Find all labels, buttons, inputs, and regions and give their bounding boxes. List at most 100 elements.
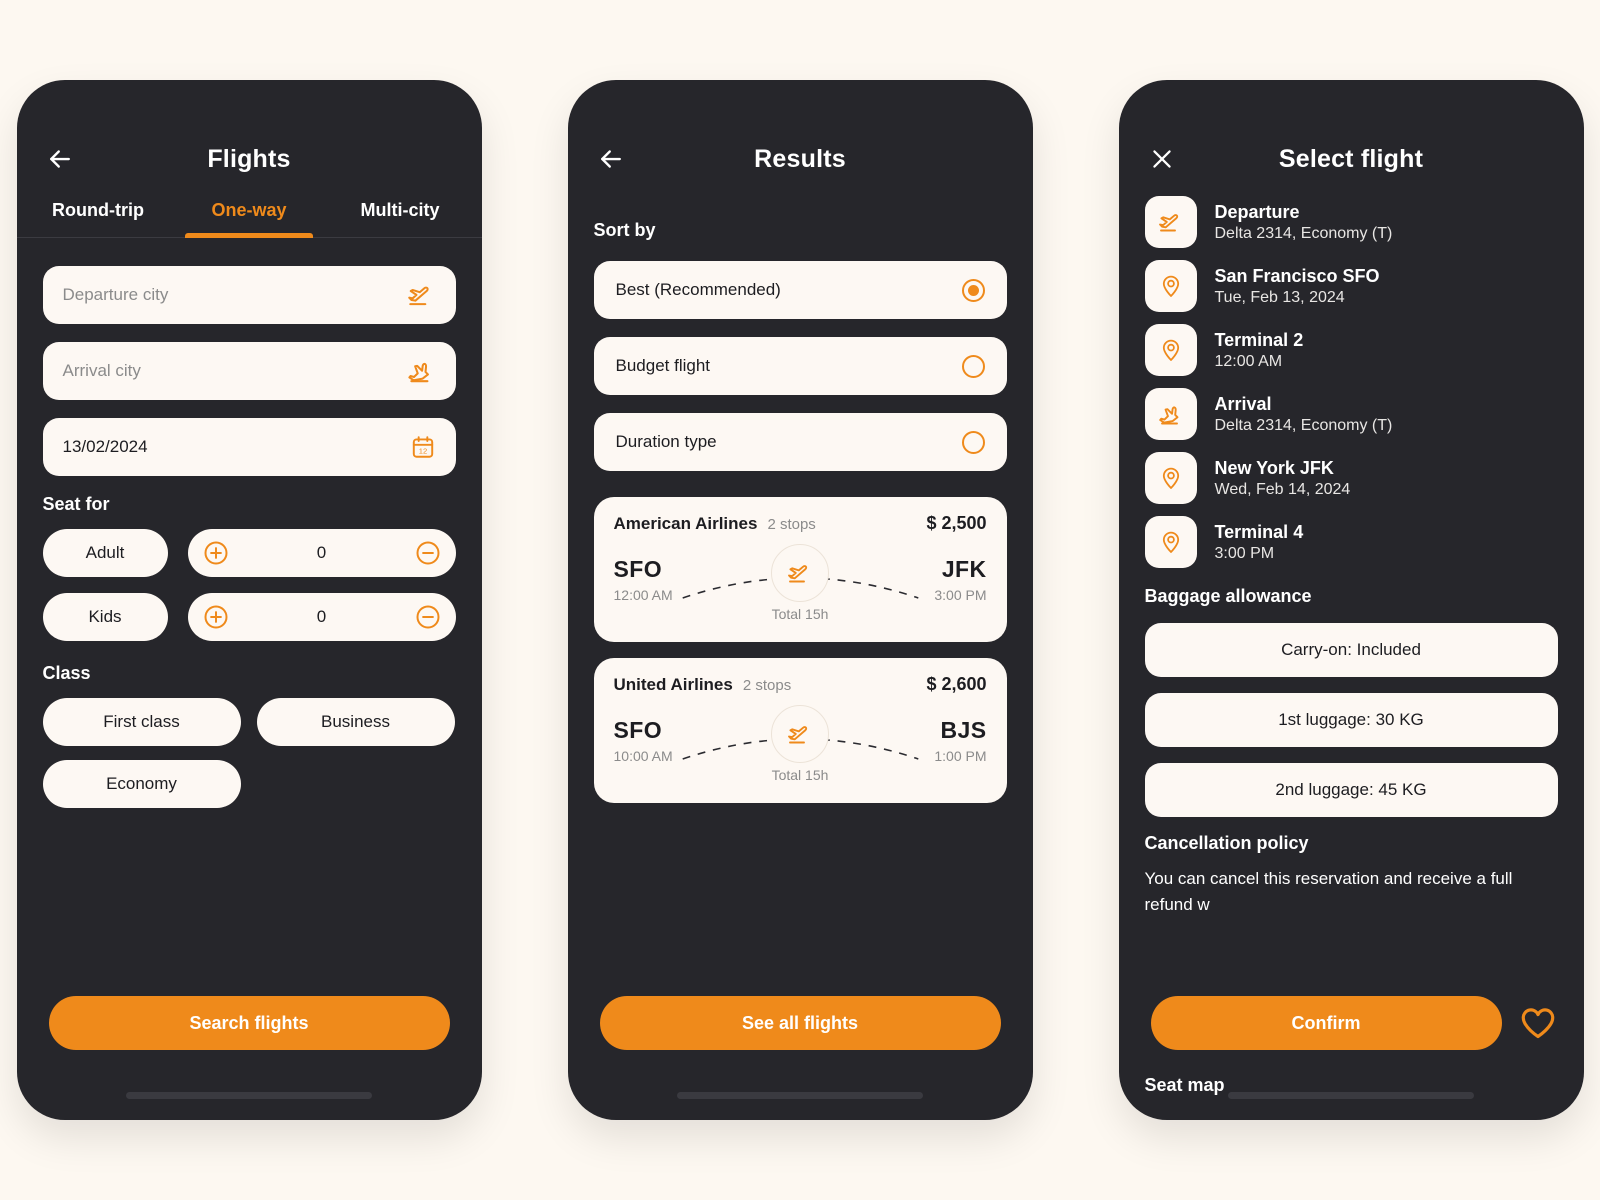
seat-for-title: Seat for (42, 494, 110, 514)
class-option-economy[interactable]: Economy (42, 760, 241, 808)
class-option-first-class[interactable]: First class (42, 698, 241, 746)
adult-stepper-row: Adult 0 (42, 529, 456, 577)
class-option-business[interactable]: Business (256, 698, 455, 746)
location-pin-icon (1144, 324, 1197, 376)
calendar-icon: 12 (410, 434, 436, 460)
origin-block: SFO 10:00 AM (614, 717, 673, 764)
list-item-text: Arrival Delta 2314, Economy (T) (1215, 394, 1393, 435)
baggage-item-carry-on[interactable]: Carry-on: Included (1144, 623, 1558, 677)
flight-price: $ 2,500 (926, 513, 987, 533)
stops-label: 2 stops (742, 677, 792, 694)
seat-map-label[interactable]: Seat map (1145, 1075, 1225, 1096)
kids-stepper-row: Kids 0 (42, 593, 456, 641)
list-item[interactable]: Departure Delta 2314, Economy (T) (1144, 196, 1558, 248)
home-indicator (677, 1092, 923, 1099)
date-field[interactable]: 13/02/2024 12 (42, 418, 456, 476)
cancellation-policy-title: Cancellation policy (1144, 833, 1309, 853)
screen2-header: Results (568, 80, 1033, 188)
flight-card[interactable]: United Airlines 2 stops $ 2,600 SFO 10:0… (593, 658, 1007, 803)
sort-option-best[interactable]: Best (Recommended) (593, 261, 1007, 319)
baggage-allowance-title: Baggage allowance (1144, 586, 1312, 606)
baggage-item-second-luggage[interactable]: 2nd luggage: 45 KG (1144, 763, 1558, 817)
list-item[interactable]: Terminal 2 12:00 AM (1144, 324, 1558, 376)
sort-option-duration[interactable]: Duration type (593, 413, 1007, 471)
adult-stepper[interactable]: 0 (187, 529, 456, 577)
destination-code: JFK (941, 556, 987, 582)
flight-card[interactable]: American Airlines 2 stops $ 2,500 SFO 12… (593, 497, 1007, 642)
list-item-text: Departure Delta 2314, Economy (T) (1215, 202, 1393, 243)
list-item[interactable]: San Francisco SFO Tue, Feb 13, 2024 (1144, 260, 1558, 312)
list-item[interactable]: New York JFK Wed, Feb 14, 2024 (1144, 452, 1558, 504)
close-icon[interactable] (1145, 142, 1179, 176)
page-title: Select flight (1278, 145, 1424, 173)
baggage-item-first-luggage[interactable]: 1st luggage: 30 KG (1144, 693, 1558, 747)
class-options-row-2: Economy (42, 760, 456, 808)
stops-label: 2 stops (767, 516, 816, 533)
location-pin-icon (1144, 260, 1197, 312)
list-item-subtitle: 12:00 AM (1214, 352, 1283, 370)
plane-takeoff-icon (771, 705, 829, 763)
sort-option-budget[interactable]: Budget flight (593, 337, 1007, 395)
destination-block: BJS 1:00 PM (934, 717, 986, 764)
list-item[interactable]: Terminal 4 3:00 PM (1144, 516, 1558, 568)
home-indicator (126, 1092, 372, 1099)
plus-circle-icon[interactable] (202, 603, 230, 631)
screen1-header: Flights (17, 80, 482, 188)
list-item-title: San Francisco SFO (1214, 265, 1380, 286)
radio-selected-icon[interactable] (961, 278, 985, 302)
flight-midpoint: Total 15h (771, 544, 829, 622)
plane-landing-icon (1144, 388, 1197, 440)
flight-duration: Total 15h (771, 767, 829, 783)
phone-select-flight: Select flight Departure Delta 2314, Econ… (1118, 80, 1584, 1120)
plane-takeoff-icon (406, 282, 436, 308)
sort-option-label: Best (Recommended) (615, 280, 781, 299)
list-item-title: Departure (1214, 201, 1300, 222)
sort-by-title: Sort by (593, 220, 656, 240)
radio-dot (967, 284, 979, 296)
class-options-row-1: First class Business (42, 698, 456, 746)
departure-city-field[interactable]: Departure city (42, 266, 456, 324)
tab-one-way[interactable]: One-way (174, 188, 325, 237)
location-pin-icon (1144, 452, 1197, 504)
location-pin-icon (1144, 516, 1197, 568)
destination-time: 3:00 PM (934, 587, 987, 603)
flight-card-header: American Airlines 2 stops $ 2,500 (614, 513, 987, 534)
class-title: Class (42, 663, 91, 683)
minus-circle-icon[interactable] (414, 603, 442, 631)
radio-unselected-icon[interactable] (961, 354, 985, 378)
flight-route: SFO 10:00 AM Total 15h BJS 1:00 PM (614, 705, 987, 785)
plus-circle-icon[interactable] (202, 539, 230, 567)
list-item-title: Terminal 4 (1214, 521, 1304, 542)
adult-count: 0 (316, 543, 327, 562)
origin-code: SFO (613, 556, 662, 582)
destination-code: BJS (940, 717, 987, 743)
list-item-title: Terminal 2 (1214, 329, 1304, 350)
destination-block: JFK 3:00 PM (934, 556, 986, 603)
confirm-button[interactable]: Confirm (1150, 996, 1502, 1050)
list-item[interactable]: Arrival Delta 2314, Economy (T) (1144, 388, 1558, 440)
list-item-text: Terminal 4 3:00 PM (1215, 522, 1304, 563)
minus-circle-icon[interactable] (414, 539, 442, 567)
tab-multi-city[interactable]: Multi-city (325, 188, 476, 237)
airline-name: United Airlines (613, 675, 733, 694)
screenshot-stage: Flights Round-trip One-way Multi-city De… (0, 0, 1600, 1200)
arrival-city-field[interactable]: Arrival city (42, 342, 456, 400)
flight-duration: Total 15h (771, 606, 829, 622)
arrow-left-icon[interactable] (594, 142, 628, 176)
arrow-left-icon[interactable] (43, 142, 77, 176)
departure-city-placeholder: Departure city (62, 285, 169, 304)
plane-takeoff-icon (1144, 196, 1197, 248)
sort-option-label: Duration type (615, 432, 717, 451)
kids-stepper[interactable]: 0 (187, 593, 456, 641)
radio-unselected-icon[interactable] (961, 430, 985, 454)
heart-icon[interactable] (1518, 1005, 1558, 1041)
page-title: Results (754, 145, 846, 173)
list-item-subtitle: 3:00 PM (1214, 544, 1275, 562)
phone-results: Results Sort by Best (Recommended) Budge… (567, 80, 1033, 1120)
list-item-subtitle: Delta 2314, Economy (T) (1214, 224, 1393, 242)
search-flights-button[interactable]: Search flights (48, 996, 450, 1050)
origin-time: 12:00 AM (613, 587, 673, 603)
see-all-flights-button[interactable]: See all flights (599, 996, 1001, 1050)
tab-round-trip[interactable]: Round-trip (23, 188, 174, 237)
phone-flights-search: Flights Round-trip One-way Multi-city De… (16, 80, 482, 1120)
